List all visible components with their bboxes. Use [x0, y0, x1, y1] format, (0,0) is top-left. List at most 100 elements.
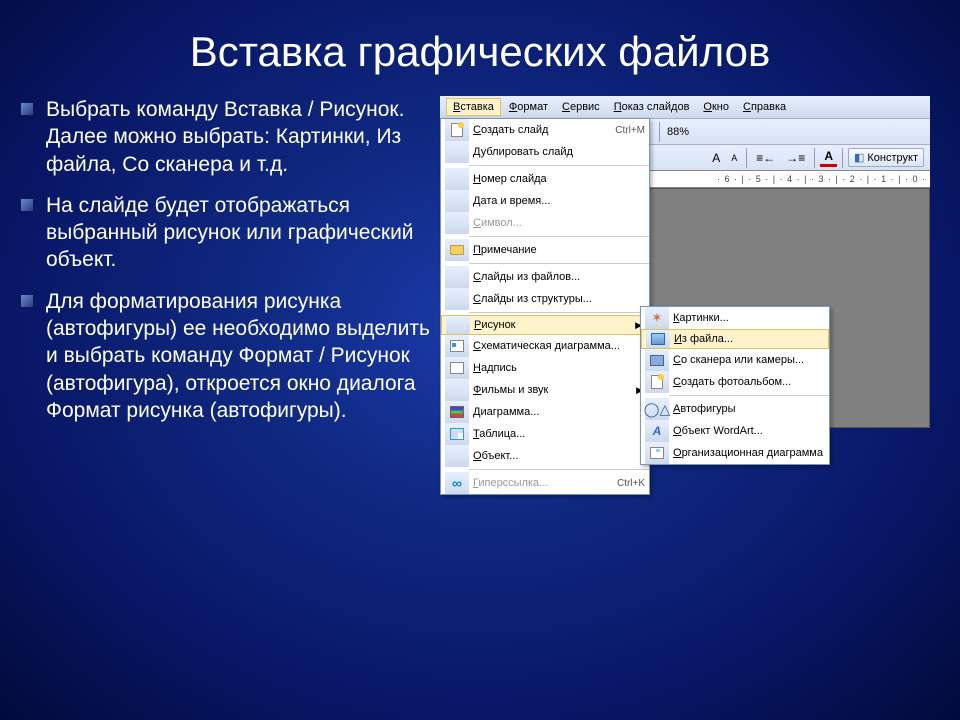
- menu-item-label: Фильмы и звук: [473, 384, 645, 396]
- scan-icon: [649, 352, 665, 368]
- menu-item-показ-слайдов[interactable]: Показ слайдов: [608, 99, 696, 115]
- increase-indent-icon[interactable]: →≡: [782, 150, 809, 166]
- menu-item: Символ...: [441, 212, 649, 234]
- menu-item[interactable]: Дата и время...: [441, 190, 649, 212]
- menu-item-label: Надпись: [473, 362, 645, 374]
- menu-item-icon-col: [646, 330, 670, 348]
- menu-separator: [469, 236, 649, 237]
- text-icon: [449, 360, 465, 376]
- menu-item-label: Дата и время...: [473, 195, 645, 207]
- menu-item[interactable]: Слайды из файлов...: [441, 266, 649, 288]
- menu-item-icon-col: [445, 212, 469, 234]
- font-size-down-icon[interactable]: A: [727, 152, 741, 164]
- menubar: ВставкаФорматСервисПоказ слайдовОкноСпра…: [440, 96, 930, 118]
- menu-item-label: Объект...: [473, 450, 645, 462]
- menu-item[interactable]: Со сканера или камеры...: [641, 349, 829, 371]
- bullet-item: Для форматирования рисунка (автофигуры) …: [20, 288, 430, 424]
- design-icon: ◧: [854, 151, 864, 164]
- menu-item-формат[interactable]: Формат: [503, 99, 554, 115]
- org-icon: [649, 445, 665, 461]
- menu-item-icon-col: [445, 239, 469, 261]
- menu-item-label: Объект WordArt...: [673, 425, 825, 437]
- slide-body: Выбрать команду Вставка / Рисунок. Далее…: [20, 96, 440, 438]
- menu-item-label: Примечание: [473, 244, 645, 256]
- diag-icon: [449, 338, 465, 354]
- menu-item-окно[interactable]: Окно: [697, 99, 735, 115]
- menu-item-label: Схематическая диаграмма...: [473, 340, 645, 352]
- menu-item-сервис[interactable]: Сервис: [556, 99, 606, 115]
- menu-item[interactable]: AОбъект WordArt...: [641, 420, 829, 442]
- clip-icon: ✶: [649, 310, 665, 326]
- menu-item[interactable]: Таблица...: [441, 423, 649, 445]
- menu-item-icon-col: [645, 442, 669, 464]
- font-size-up-icon[interactable]: A: [708, 150, 724, 166]
- menu-item[interactable]: Организационная диаграмма: [641, 442, 829, 464]
- menu-item[interactable]: Из файла...: [641, 329, 829, 349]
- menu-item[interactable]: Создать фотоальбом...: [641, 371, 829, 393]
- design-button[interactable]: ◧ Конструкт: [848, 148, 924, 167]
- menu-item-icon-col: [445, 168, 469, 190]
- menu-item-label: Гиперссылка...: [473, 477, 611, 489]
- menu-item[interactable]: Фильмы и звук▶: [441, 379, 649, 401]
- menu-item[interactable]: Диаграмма...: [441, 401, 649, 423]
- menu-item-icon-col: ✶: [645, 307, 669, 329]
- menu-item[interactable]: Создать слайд Ctrl+M: [441, 119, 649, 141]
- powerpoint-window: ВставкаФорматСервисПоказ слайдовОкноСпра…: [440, 96, 930, 428]
- menu-item-icon-col: [445, 445, 469, 467]
- chart-icon: [449, 404, 465, 420]
- zoom-level[interactable]: 88%: [663, 126, 693, 138]
- bullet-item: На слайде будет отображаться выбранный р…: [20, 192, 430, 274]
- newslide-icon: [649, 374, 665, 390]
- menu-item[interactable]: Номер слайда: [441, 168, 649, 190]
- menu-item-label: Номер слайда: [473, 173, 645, 185]
- menu-item-icon-col: [445, 288, 469, 310]
- menu-item-icon-col: [446, 316, 470, 334]
- menu-separator: [469, 312, 649, 313]
- menu-item[interactable]: Дублировать слайд: [441, 141, 649, 163]
- menu-item[interactable]: Надпись: [441, 357, 649, 379]
- bullet-text: Для форматирования рисунка (автофигуры) …: [46, 288, 430, 424]
- menu-item[interactable]: Рисунок▶: [441, 315, 649, 335]
- bullet-icon: [20, 294, 34, 308]
- menu-item[interactable]: Схематическая диаграмма...: [441, 335, 649, 357]
- bullet-icon: [20, 102, 34, 116]
- menu-item-icon-col: ◯△: [645, 398, 669, 420]
- menu-item-icon-col: [445, 335, 469, 357]
- menu-item[interactable]: ◯△ Автофигуры: [641, 398, 829, 420]
- decrease-indent-icon[interactable]: ≡←: [752, 150, 779, 166]
- menu-item-label: Создать фотоальбом...: [673, 376, 825, 388]
- pic-icon: [650, 331, 666, 347]
- menu-item-label: Рисунок: [474, 319, 644, 331]
- menu-item-label: Слайды из структуры...: [473, 293, 645, 305]
- picture-submenu: ✶Картинки... Из файла... Со сканера или ка…: [640, 306, 830, 465]
- bullet-text: На слайде будет отображаться выбранный р…: [46, 192, 430, 274]
- menu-item-label: Организационная диаграмма: [673, 447, 825, 459]
- menu-item[interactable]: Объект...: [441, 445, 649, 467]
- menu-item-label: Слайды из файлов...: [473, 271, 645, 283]
- slide-title: Вставка графических файлов: [0, 0, 960, 96]
- menu-item-label: Таблица...: [473, 428, 645, 440]
- insert-menu-dropdown: Создать слайд Ctrl+M Дублировать слайд Номе…: [440, 118, 650, 495]
- menu-item[interactable]: Примечание: [441, 239, 649, 261]
- menu-item[interactable]: ✶Картинки...: [641, 307, 829, 329]
- menu-item[interactable]: Слайды из структуры...: [441, 288, 649, 310]
- menu-item-icon-col: [445, 379, 469, 401]
- menu-item-label: Диаграмма...: [473, 406, 645, 418]
- menu-item-label: Из файла...: [674, 333, 824, 345]
- menu-item-shortcut: Ctrl+M: [615, 125, 645, 136]
- menu-item-вставка[interactable]: Вставка: [446, 98, 501, 116]
- menu-item-icon-col: [445, 357, 469, 379]
- link-icon: ∞: [449, 475, 465, 491]
- menu-separator: [669, 395, 829, 396]
- menu-item: ∞Гиперссылка...Ctrl+K: [441, 472, 649, 494]
- menu-item-icon-col: [645, 349, 669, 371]
- menu-item-icon-col: [445, 401, 469, 423]
- menu-item-справка[interactable]: Справка: [737, 99, 792, 115]
- menu-item-icon-col: [445, 119, 469, 141]
- menu-item-label: Создать слайд: [473, 124, 609, 136]
- font-color-icon[interactable]: A: [820, 148, 837, 167]
- menu-item-label: Со сканера или камеры...: [673, 354, 825, 366]
- menu-item-label: Автофигуры: [673, 403, 825, 415]
- shapes-icon: ◯△: [649, 401, 665, 417]
- bullet-icon: [20, 198, 34, 212]
